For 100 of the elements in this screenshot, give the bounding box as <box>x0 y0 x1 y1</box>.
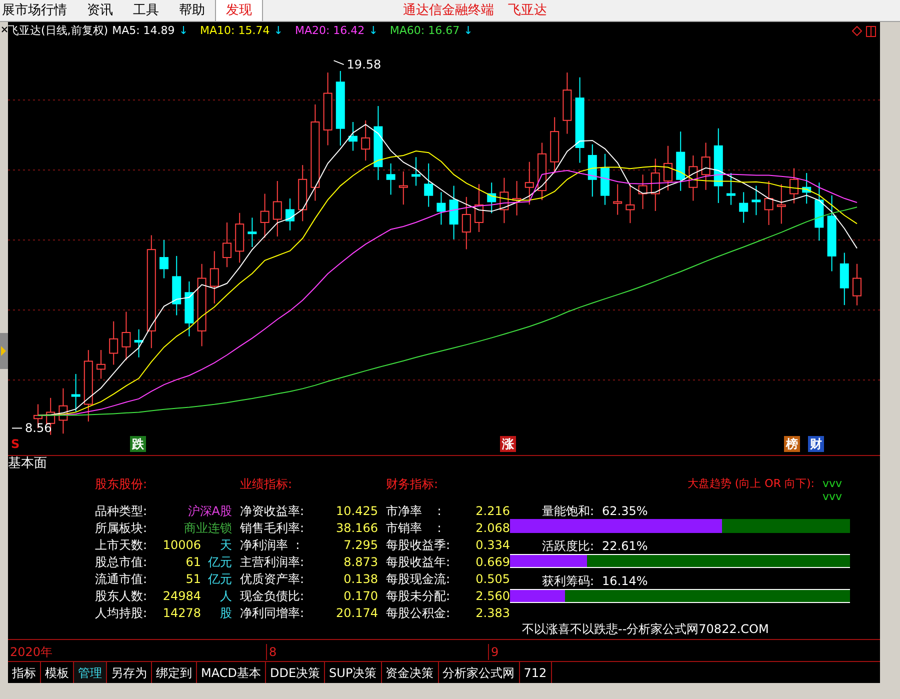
leader-line <box>12 428 22 429</box>
meter-label: 量能饱和: <box>542 503 594 519</box>
formula-tab[interactable]: DDE决策 <box>266 662 326 683</box>
unit-label: 亿元 <box>207 571 232 588</box>
menu-title: 通达信金融终端 <box>403 2 494 20</box>
field-value: 51 <box>184 571 202 588</box>
field-value: 38.166 <box>335 520 378 537</box>
axis-label: 9 <box>488 644 499 660</box>
axis-label: 2020年 <box>9 644 54 660</box>
field-value: 2.383 <box>474 605 510 622</box>
field-value: 7.295 <box>342 537 378 554</box>
field-value: 8.873 <box>342 554 378 571</box>
field-label: 每股公积金: <box>386 605 452 622</box>
axis-label: 8 <box>266 644 488 660</box>
field-label: 销售毛利率: <box>240 520 306 537</box>
meter-label: 活跃度比: <box>542 538 594 554</box>
meter-reading: 22.61% <box>602 538 648 554</box>
chart-marker[interactable]: 财 <box>808 436 824 452</box>
unit-label: 人 <box>219 588 232 605</box>
chart-marker[interactable]: 涨 <box>500 436 516 452</box>
trend-mark: vvv <box>822 491 842 503</box>
field-value: 沪深A股 <box>186 503 232 520</box>
menu-item[interactable]: 帮助 <box>169 0 215 21</box>
field-value: 10006 <box>162 537 202 554</box>
meter-reading: 62.35% <box>602 503 648 519</box>
menu-title: 飞亚达 <box>508 2 547 20</box>
field-value: 2.216 <box>474 503 510 520</box>
section-heading: 财务指标: <box>386 476 438 493</box>
trend-label: 大盘趋势 (向上 OR 向下): <box>687 476 814 491</box>
footer-text: 不以涨喜不以跌悲--分析家公式网70822.COM <box>522 621 769 638</box>
formula-tab[interactable]: 分析家公式网 <box>438 662 520 683</box>
moving-average-label: MA60: 16.67 <box>390 23 460 39</box>
field-label: 净利同增率: <box>240 605 306 622</box>
field-label: 主营利润率: <box>240 554 306 571</box>
unit-label: 天 <box>219 537 232 554</box>
field-value: 61 <box>184 554 202 571</box>
field-label: 上市天数: <box>95 537 148 554</box>
moving-average-label: MA20: 16.42 <box>294 23 365 39</box>
formula-tab[interactable]: 指标 <box>8 662 41 683</box>
field-label: 优质资产率: <box>240 571 306 588</box>
meter-reading: 16.14% <box>602 573 648 589</box>
panel-title: 基本面 <box>8 456 47 472</box>
field-value: 0.669 <box>474 554 510 571</box>
section-heading: 股东股份: <box>95 476 148 493</box>
field-value: 0.138 <box>342 571 378 588</box>
field-label: 品种类型: <box>95 503 148 520</box>
formula-tab[interactable]: MACD基本 <box>197 662 266 683</box>
field-value: 0.334 <box>474 537 510 554</box>
formula-tab[interactable]: 资金决策 <box>382 662 439 683</box>
formula-tab[interactable]: 712 <box>520 662 552 683</box>
moving-average-label: MA5: 14.89 <box>112 23 175 39</box>
panel-icon[interactable] <box>866 26 876 36</box>
field-value: 14278 <box>162 605 202 622</box>
field-value: 0.505 <box>474 571 510 588</box>
field-value: 0.170 <box>342 588 378 605</box>
trend-arrow: ↓ <box>368 23 378 39</box>
meter-label: 获利筹码: <box>542 573 594 589</box>
field-value: 20.174 <box>335 605 378 622</box>
formula-tab[interactable]: 绑定到 <box>152 662 197 683</box>
chart-marker[interactable]: S <box>9 436 22 452</box>
high-price-label: 19.58 <box>346 58 382 72</box>
section-heading: 业绩指标: <box>240 476 292 493</box>
unit-label: 股 <box>219 605 232 622</box>
chart-title: 飞亚达(日线,前复权) <box>8 23 108 39</box>
formula-tab[interactable]: SUP决策 <box>325 662 382 683</box>
field-label: 现金负债比: <box>240 588 306 605</box>
trend-arrow: ↓ <box>274 23 283 39</box>
menu-item[interactable]: 工具 <box>123 0 169 21</box>
moving-average-label: MA10: 15.74 <box>200 23 270 39</box>
leader-line <box>333 60 344 66</box>
field-value: 10.425 <box>335 503 378 520</box>
field-label: 每股未分配: <box>386 588 452 605</box>
field-label: 市销率 : <box>386 520 442 537</box>
trend-mark: vvv <box>822 476 842 491</box>
field-label: 净资收益率: <box>240 503 306 520</box>
chart-marker[interactable]: 榜 <box>784 436 800 452</box>
close-icon[interactable] <box>0 26 8 33</box>
field-label: 每股收益季: <box>386 537 452 554</box>
unit-label: 亿元 <box>207 554 232 571</box>
expand-handle-icon[interactable] <box>0 333 8 369</box>
menu-item[interactable]: 资讯 <box>77 0 123 21</box>
chart-marker[interactable]: 跌 <box>130 436 146 452</box>
diamond-icon[interactable] <box>852 26 862 36</box>
menu-item[interactable]: 发现 <box>215 0 263 21</box>
field-label: 每股现金流: <box>386 571 452 588</box>
field-label: 净利润率 : <box>240 537 301 554</box>
formula-tab[interactable]: 另存为 <box>107 662 152 683</box>
formula-tab[interactable]: 管理 <box>74 662 107 683</box>
field-label: 所属板块: <box>95 520 148 537</box>
field-value: 24984 <box>162 588 202 605</box>
field-value: 2.560 <box>474 588 510 605</box>
field-label: 股东人数: <box>95 588 148 605</box>
field-label: 股总市值: <box>95 554 148 571</box>
field-label: 人均持股: <box>95 605 148 622</box>
menu-item[interactable]: 展市场行情 <box>0 0 77 21</box>
field-value: 2.068 <box>474 520 510 537</box>
field-label: 流通市值: <box>95 571 148 588</box>
field-label: 每股收益年: <box>386 554 452 571</box>
trend-arrow: ↓ <box>464 23 473 39</box>
field-label: 市净率 : <box>386 503 442 520</box>
